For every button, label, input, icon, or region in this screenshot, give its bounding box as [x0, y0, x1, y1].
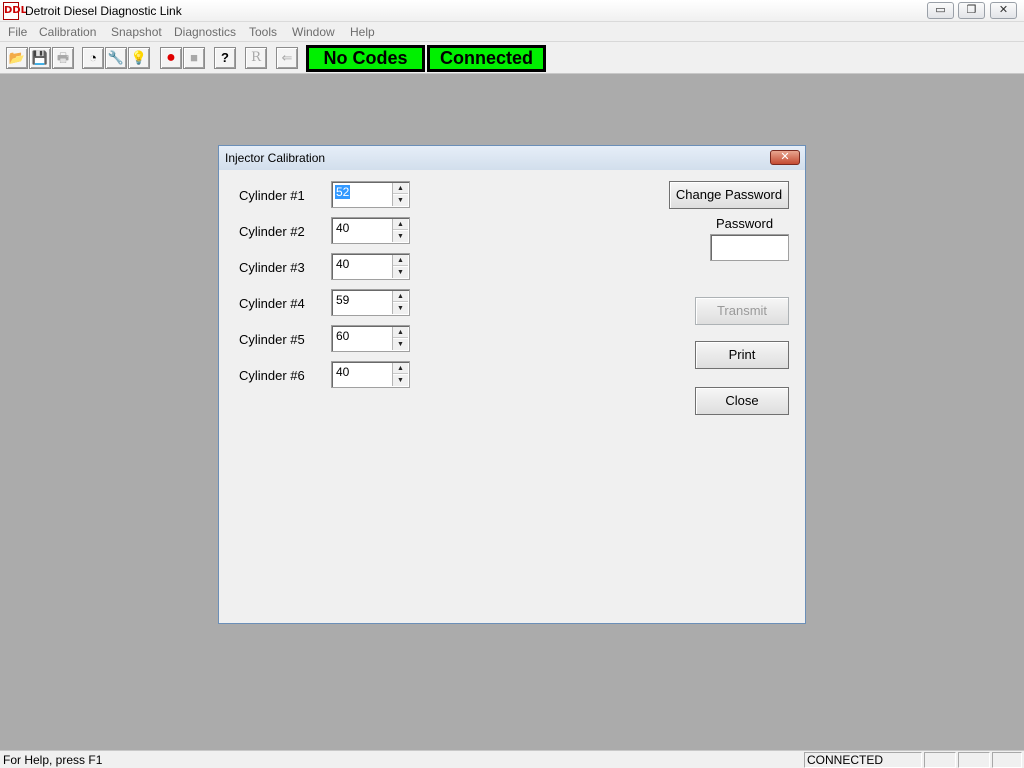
- cylinder-1-spin-buttons: ▲ ▼: [392, 183, 408, 206]
- status-help-text: For Help, press F1: [3, 753, 103, 767]
- cylinder-3-down-arrow-icon[interactable]: ▼: [393, 267, 408, 278]
- cylinder-1-spinner[interactable]: 52 ▲ ▼: [331, 181, 410, 208]
- cylinder-5-value[interactable]: 60: [335, 329, 350, 343]
- close-dialog-button[interactable]: Close: [695, 387, 789, 415]
- menu-calibration[interactable]: Calibration: [39, 25, 96, 39]
- menu-diagnostics[interactable]: Diagnostics: [174, 25, 236, 39]
- cylinder-2-value[interactable]: 40: [335, 221, 350, 235]
- cylinder-4-label: Cylinder #4: [239, 296, 305, 311]
- menu-window[interactable]: Window: [292, 25, 335, 39]
- exit-icon[interactable]: ⇐: [276, 47, 298, 69]
- dialog-close-icon[interactable]: ✕: [770, 150, 800, 165]
- save-icon[interactable]: 💾: [29, 47, 51, 69]
- cylinder-2-label: Cylinder #2: [239, 224, 305, 239]
- status-pane-4: [992, 752, 1022, 768]
- cylinder-6-down-arrow-icon[interactable]: ▼: [393, 375, 408, 386]
- cylinder-5-spinner[interactable]: 60 ▲ ▼: [331, 325, 410, 352]
- print-button[interactable]: Print: [695, 341, 789, 369]
- cylinder-2-spinner[interactable]: 40 ▲ ▼: [331, 217, 410, 244]
- lightbulb-icon[interactable]: 💡: [128, 47, 150, 69]
- dialog-title-bar[interactable]: Injector Calibration ✕: [219, 146, 805, 170]
- cylinder-6-spin-buttons: ▲ ▼: [392, 363, 408, 386]
- cylinder-1-up-arrow-icon[interactable]: ▲: [393, 183, 408, 194]
- status-pane-2: [924, 752, 956, 768]
- reset-icon[interactable]: R: [245, 47, 267, 69]
- cylinder-1-down-arrow-icon[interactable]: ▼: [393, 195, 408, 206]
- dialog-title: Injector Calibration: [225, 151, 326, 165]
- cylinder-3-label: Cylinder #3: [239, 260, 305, 275]
- password-input[interactable]: [710, 234, 789, 261]
- cylinder-6-value[interactable]: 40: [335, 365, 350, 379]
- menu-help[interactable]: Help: [350, 25, 375, 39]
- record-icon[interactable]: ●: [160, 47, 182, 69]
- cylinder-3-value[interactable]: 40: [335, 257, 350, 271]
- cylinder-6-spinner[interactable]: 40 ▲ ▼: [331, 361, 410, 388]
- injector-calibration-dialog: Injector Calibration ✕ Cylinder #1 52 ▲ …: [218, 145, 806, 624]
- menu-file[interactable]: File: [8, 25, 27, 39]
- status-pane-3: [958, 752, 990, 768]
- cylinder-2-spin-buttons: ▲ ▼: [392, 219, 408, 242]
- stop-icon[interactable]: ■: [183, 47, 205, 69]
- open-folder-icon[interactable]: 📂: [6, 47, 28, 69]
- cylinder-1-value[interactable]: 52: [335, 185, 351, 199]
- password-label: Password: [716, 216, 774, 231]
- status-connection-pane: CONNECTED: [804, 752, 922, 768]
- cylinder-2-down-arrow-icon[interactable]: ▼: [393, 231, 408, 242]
- cylinder-4-spinner[interactable]: 59 ▲ ▼: [331, 289, 410, 316]
- cylinder-5-label: Cylinder #5: [239, 332, 305, 347]
- print-icon[interactable]: 🖶: [52, 47, 74, 69]
- menu-bar: File Calibration Snapshot Diagnostics To…: [0, 22, 1024, 42]
- status-bar: For Help, press F1 CONNECTED: [0, 750, 1024, 768]
- gauge-icon[interactable]: ◔: [82, 47, 104, 69]
- cylinder-4-up-arrow-icon[interactable]: ▲: [393, 291, 408, 302]
- cylinder-5-spin-buttons: ▲ ▼: [392, 327, 408, 350]
- title-bar: DDL Detroit Diesel Diagnostic Link ▭ ❐ ✕: [0, 0, 1024, 22]
- cylinder-4-value[interactable]: 59: [335, 293, 350, 307]
- menu-tools[interactable]: Tools: [249, 25, 277, 39]
- codes-status-indicator: No Codes: [306, 45, 425, 72]
- close-button[interactable]: ✕: [990, 2, 1017, 19]
- cylinder-2-up-arrow-icon[interactable]: ▲: [393, 219, 408, 230]
- toolbar: 📂 💾 🖶 ◔ 🔧 💡 ● ■ ? R ⇐ No Codes Connected: [0, 42, 1024, 74]
- help-icon[interactable]: ?: [214, 47, 236, 69]
- transmit-button[interactable]: Transmit: [695, 297, 789, 325]
- cylinder-3-up-arrow-icon[interactable]: ▲: [393, 255, 408, 266]
- cylinder-6-label: Cylinder #6: [239, 368, 305, 383]
- cylinder-3-spin-buttons: ▲ ▼: [392, 255, 408, 278]
- minimize-button[interactable]: ▭: [927, 2, 954, 19]
- cylinder-4-down-arrow-icon[interactable]: ▼: [393, 303, 408, 314]
- window-title: Detroit Diesel Diagnostic Link: [25, 4, 182, 18]
- change-password-button[interactable]: Change Password: [669, 181, 789, 209]
- cylinder-1-label: Cylinder #1: [239, 188, 305, 203]
- cylinder-5-down-arrow-icon[interactable]: ▼: [393, 339, 408, 350]
- wrench-icon[interactable]: 🔧: [105, 47, 127, 69]
- connection-status-indicator: Connected: [427, 45, 546, 72]
- cylinder-5-up-arrow-icon[interactable]: ▲: [393, 327, 408, 338]
- restore-button[interactable]: ❐: [958, 2, 985, 19]
- ddl-app-icon[interactable]: DDL: [3, 2, 27, 20]
- cylinder-6-up-arrow-icon[interactable]: ▲: [393, 363, 408, 374]
- menu-snapshot[interactable]: Snapshot: [111, 25, 162, 39]
- cylinder-4-spin-buttons: ▲ ▼: [392, 291, 408, 314]
- cylinder-3-spinner[interactable]: 40 ▲ ▼: [331, 253, 410, 280]
